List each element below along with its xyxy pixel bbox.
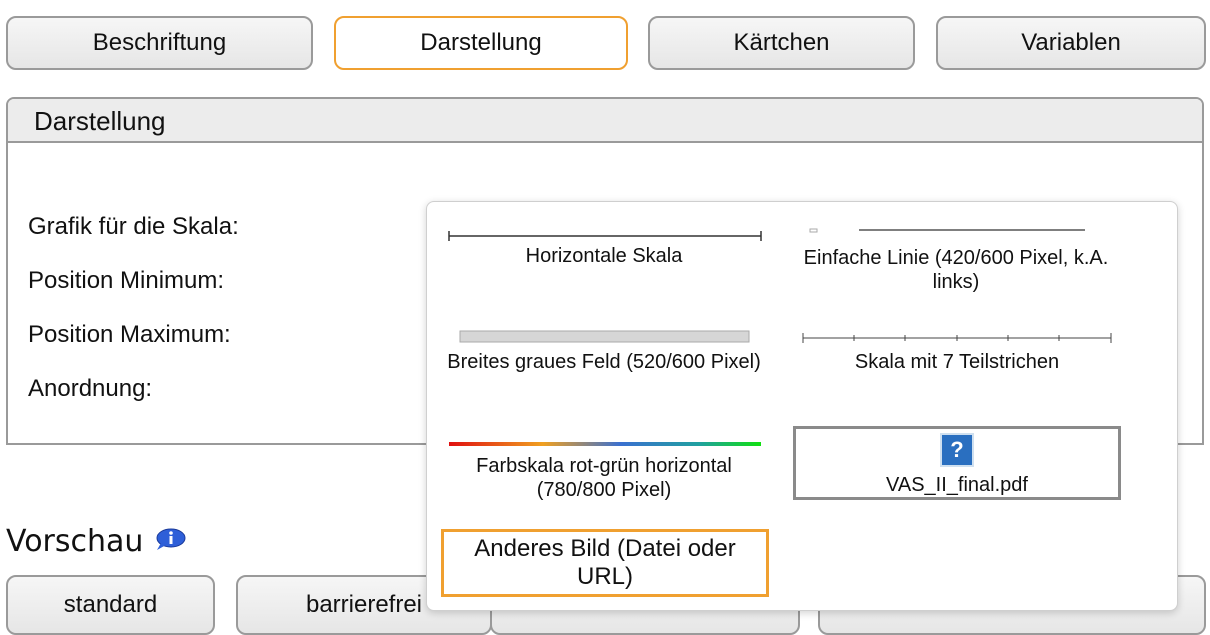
position-minimum-label: Position Minimum:	[28, 267, 225, 294]
horizontal-scale-graphic	[448, 231, 762, 241]
option-label: Horizontale Skala	[525, 245, 683, 267]
scale-graphic-label: Grafik für die Skala:	[28, 213, 239, 240]
question-icon: ?	[940, 433, 974, 467]
other-image-button[interactable]: Anderes Bild (Datei oder URL)	[441, 529, 769, 597]
option-skala-7-teilstriche[interactable]: Skala mit 7 Teilstrichen	[801, 326, 1113, 406]
tab-darstellung[interactable]: Darstellung	[334, 16, 628, 70]
option-label: Breites graues Feld (520/600 Pixel)	[447, 351, 761, 373]
preview-title: Vorschau	[6, 524, 144, 559]
color-scale-graphic	[449, 442, 761, 446]
option-einfache-linie[interactable]: Einfache Linie (420/600 Pixel, k.A. link…	[791, 226, 1121, 306]
scale-graphic-popup: Horizontale Skala Einfache Linie (420/60…	[426, 201, 1178, 611]
option-label: VAS_II_final.pdf	[886, 474, 1028, 496]
option-label: Skala mit 7 Teilstrichen	[854, 351, 1060, 373]
option-label: Farbskala rot-grün horizontal (780/800 P…	[476, 455, 732, 501]
tab-beschriftung[interactable]: Beschriftung	[6, 16, 313, 70]
preview-tab-standard[interactable]: standard	[6, 575, 215, 635]
panel-title: Darstellung	[8, 99, 1202, 143]
position-maximum-label: Position Maximum:	[28, 321, 231, 348]
simple-line-graphic	[809, 228, 1085, 233]
tab-kaertchen[interactable]: Kärtchen	[648, 16, 915, 70]
info-icon[interactable]	[154, 528, 186, 552]
option-breites-graues-feld[interactable]: Breites graues Feld (520/600 Pixel)	[447, 326, 761, 406]
option-farbskala-rot-gruen[interactable]: Farbskala rot-grün horizontal (780/800 P…	[447, 438, 761, 518]
tab-variablen[interactable]: Variablen	[936, 16, 1206, 70]
seven-tick-scale-graphic	[802, 333, 1112, 343]
grey-field-graphic	[459, 330, 750, 343]
option-vas-ii-final-pdf[interactable]: ? VAS_II_final.pdf	[793, 426, 1121, 500]
option-horizontale-skala[interactable]: Horizontale Skala	[447, 226, 762, 306]
option-label: Einfache Linie (420/600 Pixel, k.A. link…	[803, 247, 1109, 293]
arrangement-label: Anordnung:	[28, 375, 153, 402]
